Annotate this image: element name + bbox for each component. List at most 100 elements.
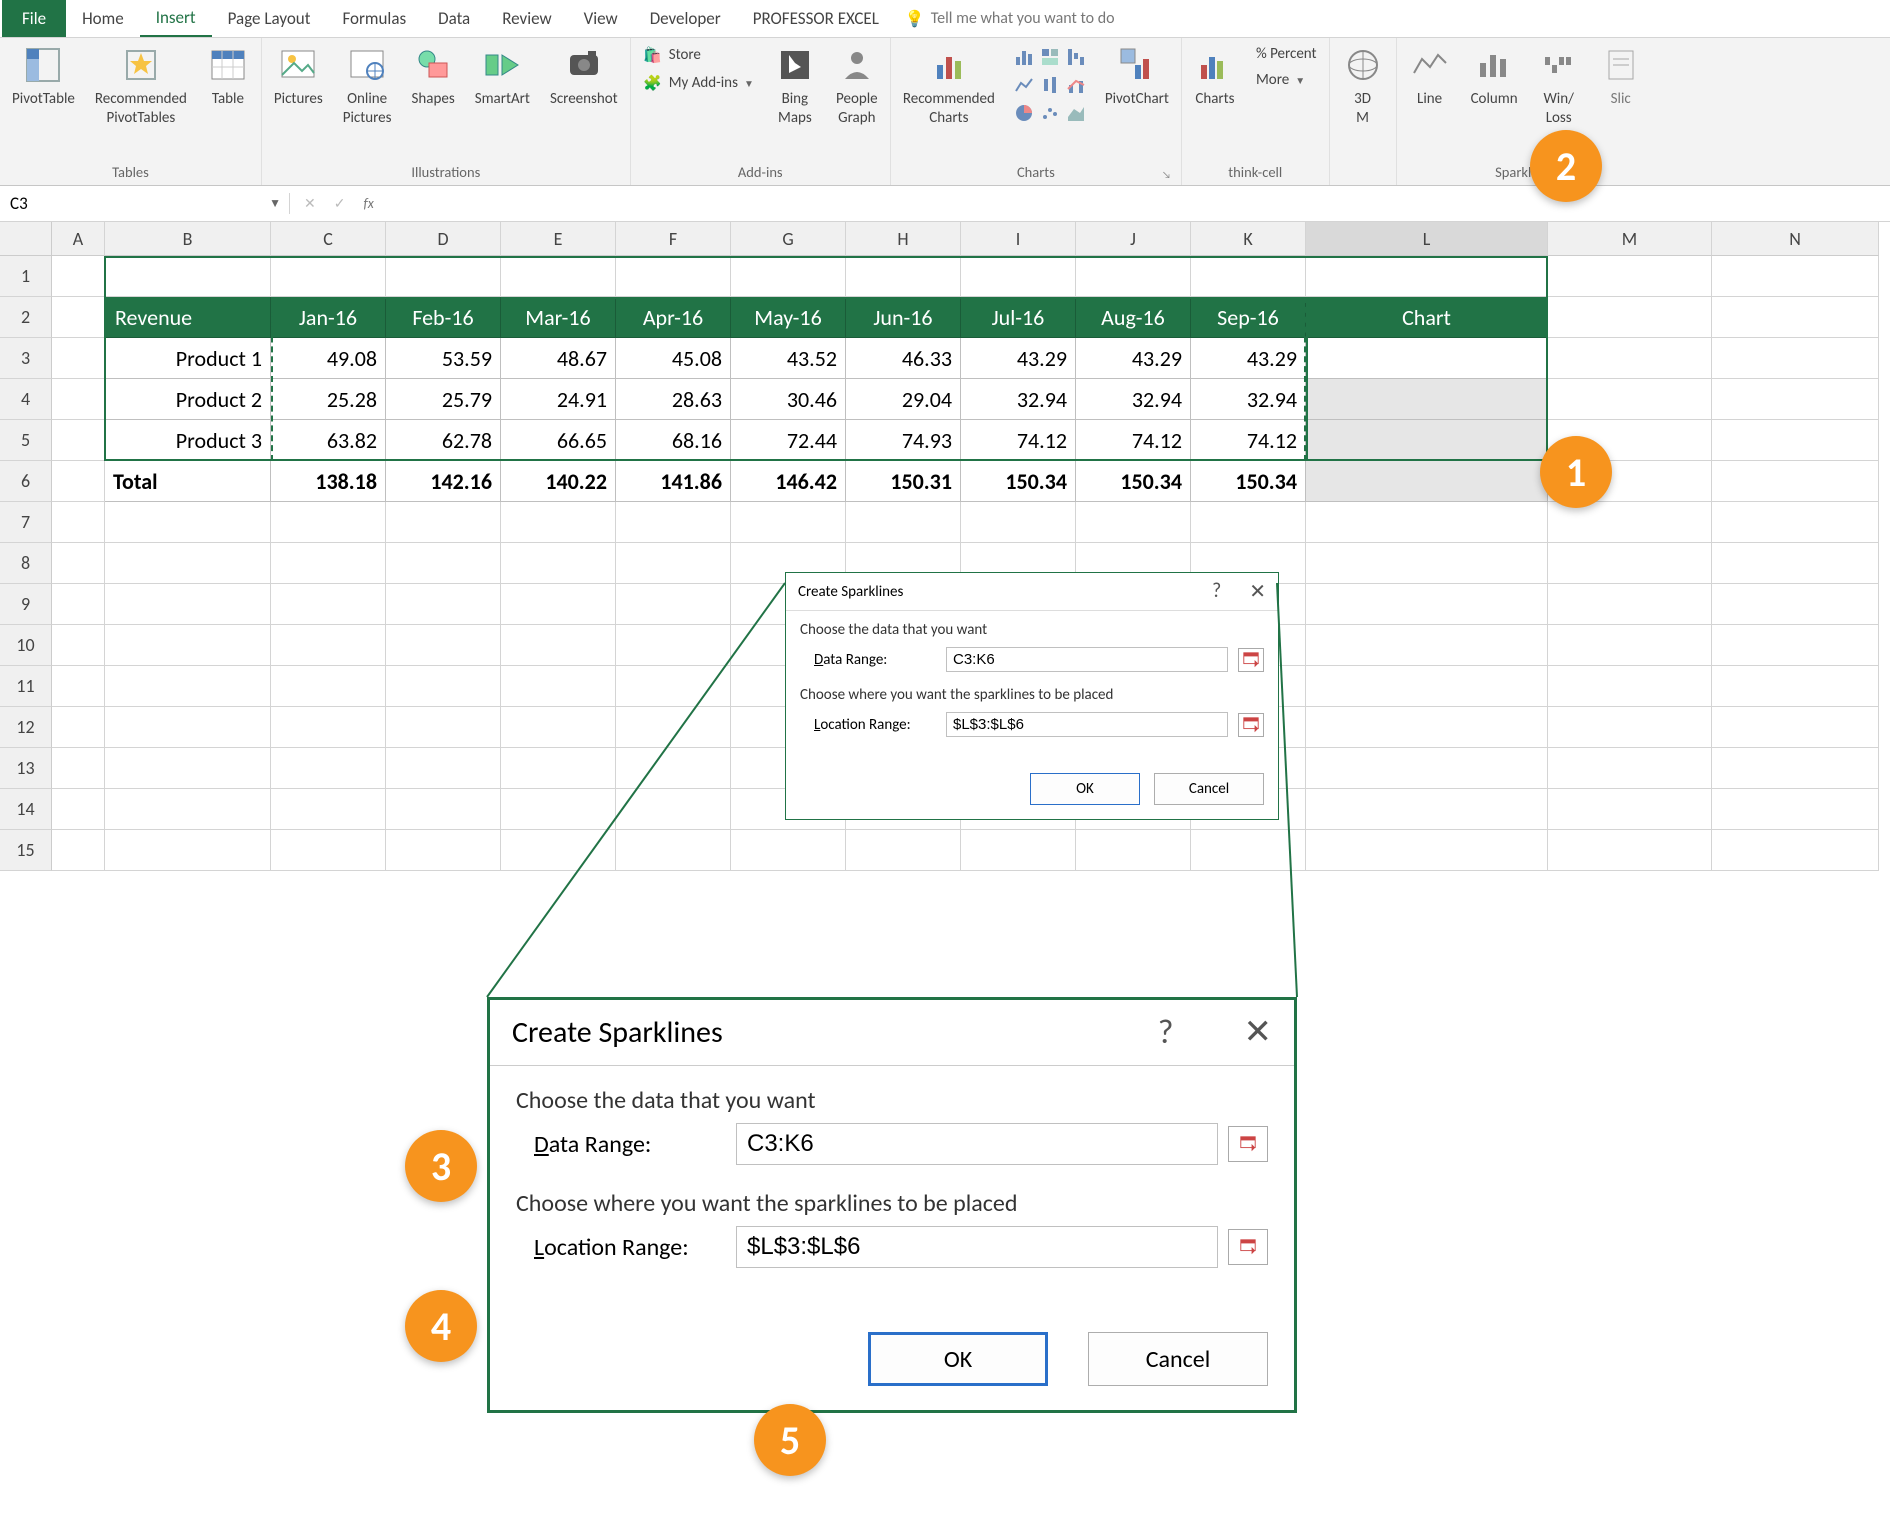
tab-review[interactable]: Review bbox=[486, 0, 567, 37]
cell-L6[interactable] bbox=[1306, 461, 1548, 502]
cell-M9[interactable] bbox=[1548, 584, 1712, 625]
cell-B11[interactable] bbox=[105, 666, 271, 707]
my-addins-button[interactable]: 🧩My Add-ins ▼ bbox=[637, 70, 760, 96]
cell-N14[interactable] bbox=[1712, 789, 1879, 830]
fx-icon[interactable]: fx bbox=[363, 195, 373, 212]
cell-M4[interactable] bbox=[1548, 379, 1712, 420]
cell-B3[interactable]: Product 1 bbox=[105, 338, 271, 379]
cell-B9[interactable] bbox=[105, 584, 271, 625]
help-icon[interactable]: ? bbox=[1158, 1012, 1174, 1053]
col-header-A[interactable]: A bbox=[52, 222, 105, 256]
pivotchart-button[interactable]: PivotChart bbox=[1099, 42, 1175, 111]
cell-N13[interactable] bbox=[1712, 748, 1879, 789]
cell-C8[interactable] bbox=[271, 543, 386, 584]
cell-F2[interactable]: Apr-16 bbox=[616, 297, 731, 338]
cell-A5[interactable] bbox=[52, 420, 105, 461]
cell-K4[interactable]: 32.94 bbox=[1191, 379, 1306, 420]
name-box[interactable]: C3▼ bbox=[0, 193, 290, 214]
cell-L10[interactable] bbox=[1306, 625, 1548, 666]
range-picker-icon[interactable] bbox=[1228, 1126, 1268, 1162]
recommended-charts-button[interactable]: Recommended Charts bbox=[897, 42, 1001, 130]
col-header-N[interactable]: N bbox=[1712, 222, 1879, 256]
col-header-B[interactable]: B bbox=[105, 222, 271, 256]
cell-M10[interactable] bbox=[1548, 625, 1712, 666]
cell-I5[interactable]: 74.12 bbox=[961, 420, 1076, 461]
cell-L14[interactable] bbox=[1306, 789, 1548, 830]
cell-N9[interactable] bbox=[1712, 584, 1879, 625]
cell-L2[interactable]: Chart bbox=[1306, 297, 1548, 338]
row-header-2[interactable]: 2 bbox=[0, 297, 52, 338]
cell-H15[interactable] bbox=[846, 830, 961, 871]
cell-N8[interactable] bbox=[1712, 543, 1879, 584]
row-header-3[interactable]: 3 bbox=[0, 338, 52, 379]
cell-D3[interactable]: 53.59 bbox=[386, 338, 501, 379]
location-range-input[interactable] bbox=[946, 712, 1228, 737]
cell-J3[interactable]: 43.29 bbox=[1076, 338, 1191, 379]
cell-C2[interactable]: Jan-16 bbox=[271, 297, 386, 338]
cell-A10[interactable] bbox=[52, 625, 105, 666]
cell-I1[interactable] bbox=[961, 256, 1076, 297]
col-header-G[interactable]: G bbox=[731, 222, 846, 256]
cell-N5[interactable] bbox=[1712, 420, 1879, 461]
cell-D9[interactable] bbox=[386, 584, 501, 625]
hierarchy-chart-icon[interactable] bbox=[1039, 46, 1061, 68]
cell-I7[interactable] bbox=[961, 502, 1076, 543]
cell-E3[interactable]: 48.67 bbox=[501, 338, 616, 379]
cell-J2[interactable]: Aug-16 bbox=[1076, 297, 1191, 338]
cell-C10[interactable] bbox=[271, 625, 386, 666]
col-header-C[interactable]: C bbox=[271, 222, 386, 256]
cell-E8[interactable] bbox=[501, 543, 616, 584]
select-all-corner[interactable] bbox=[0, 222, 52, 256]
tab-data[interactable]: Data bbox=[422, 0, 486, 37]
cell-K7[interactable] bbox=[1191, 502, 1306, 543]
cell-L15[interactable] bbox=[1306, 830, 1548, 871]
cell-M11[interactable] bbox=[1548, 666, 1712, 707]
cell-L12[interactable] bbox=[1306, 707, 1548, 748]
cell-B15[interactable] bbox=[105, 830, 271, 871]
col-header-D[interactable]: D bbox=[386, 222, 501, 256]
cell-M2[interactable] bbox=[1548, 297, 1712, 338]
online-pictures-button[interactable]: Online Pictures bbox=[337, 42, 398, 130]
cell-M8[interactable] bbox=[1548, 543, 1712, 584]
cell-E5[interactable]: 66.65 bbox=[501, 420, 616, 461]
cell-F4[interactable]: 28.63 bbox=[616, 379, 731, 420]
row-header-14[interactable]: 14 bbox=[0, 789, 52, 830]
cell-D14[interactable] bbox=[386, 789, 501, 830]
cell-A7[interactable] bbox=[52, 502, 105, 543]
cell-C3[interactable]: 49.08 bbox=[271, 338, 386, 379]
data-range-input-zoom[interactable] bbox=[736, 1123, 1218, 1165]
ok-button[interactable]: OK bbox=[1030, 773, 1140, 805]
cell-D4[interactable]: 25.79 bbox=[386, 379, 501, 420]
close-icon[interactable]: ✕ bbox=[1249, 579, 1266, 604]
cell-I3[interactable]: 43.29 bbox=[961, 338, 1076, 379]
cell-M1[interactable] bbox=[1548, 256, 1712, 297]
cancel-button[interactable]: Cancel bbox=[1154, 773, 1264, 805]
cell-M7[interactable] bbox=[1548, 502, 1712, 543]
people-graph-button[interactable]: People Graph bbox=[830, 42, 884, 130]
cell-M13[interactable] bbox=[1548, 748, 1712, 789]
cell-D12[interactable] bbox=[386, 707, 501, 748]
cell-B2[interactable]: Revenue bbox=[105, 297, 271, 338]
cancel-button-zoom[interactable]: Cancel bbox=[1088, 1332, 1268, 1386]
cell-H7[interactable] bbox=[846, 502, 961, 543]
cell-E7[interactable] bbox=[501, 502, 616, 543]
cell-L9[interactable] bbox=[1306, 584, 1548, 625]
col-header-K[interactable]: K bbox=[1191, 222, 1306, 256]
range-picker-icon[interactable] bbox=[1228, 1229, 1268, 1265]
cancel-formula-icon[interactable]: ✕ bbox=[304, 195, 316, 212]
row-header-1[interactable]: 1 bbox=[0, 256, 52, 297]
cell-J15[interactable] bbox=[1076, 830, 1191, 871]
col-header-M[interactable]: M bbox=[1548, 222, 1712, 256]
cell-M12[interactable] bbox=[1548, 707, 1712, 748]
cell-B14[interactable] bbox=[105, 789, 271, 830]
col-header-F[interactable]: F bbox=[616, 222, 731, 256]
cell-L5[interactable] bbox=[1306, 420, 1548, 461]
cell-N2[interactable] bbox=[1712, 297, 1879, 338]
cell-D15[interactable] bbox=[386, 830, 501, 871]
cell-M3[interactable] bbox=[1548, 338, 1712, 379]
enter-formula-icon[interactable]: ✓ bbox=[334, 195, 346, 212]
cell-E9[interactable] bbox=[501, 584, 616, 625]
slicer-button[interactable]: Slic bbox=[1594, 42, 1648, 111]
cell-N12[interactable] bbox=[1712, 707, 1879, 748]
col-header-L[interactable]: L bbox=[1306, 222, 1548, 256]
